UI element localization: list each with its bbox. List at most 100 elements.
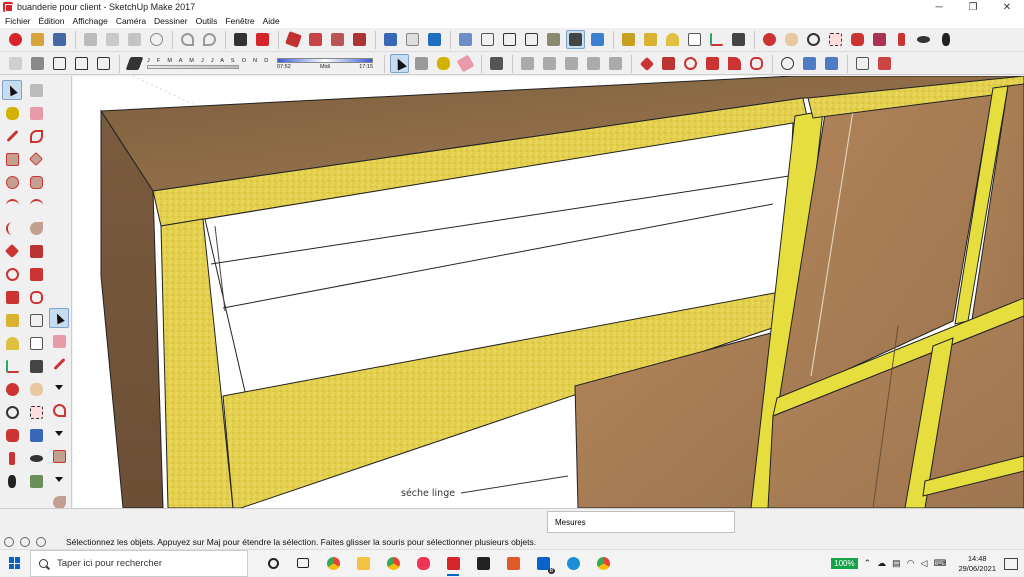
scale-tool[interactable] <box>2 287 22 307</box>
section-plane-tool[interactable] <box>26 471 46 491</box>
protractor-button[interactable] <box>663 30 682 49</box>
more-arc-tools[interactable] <box>49 423 69 443</box>
network-icon[interactable]: ▤ <box>892 558 901 569</box>
explorer-taskbar[interactable] <box>348 550 378 577</box>
menu-aide[interactable]: Aide <box>263 16 280 26</box>
menu-fichier[interactable]: Fichier <box>5 16 31 26</box>
help-icon[interactable] <box>36 537 46 547</box>
menu-affichage[interactable]: Affichage <box>73 16 108 26</box>
credits-icon[interactable] <box>20 537 30 547</box>
scale-button[interactable] <box>725 54 744 73</box>
offset-tool[interactable] <box>26 287 46 307</box>
select-tool-alt[interactable] <box>49 308 69 328</box>
position-camera-tool[interactable] <box>2 448 22 468</box>
two-point-arc-tool[interactable] <box>26 195 46 215</box>
split-button[interactable] <box>606 54 625 73</box>
warehouse-button[interactable] <box>284 30 303 49</box>
sandbox-button[interactable] <box>853 54 872 73</box>
store-taskbar[interactable] <box>468 550 498 577</box>
close-button[interactable]: ✕ <box>990 0 1024 14</box>
shadow-month-slider[interactable]: J F M A M J J A S O N D <box>147 58 271 69</box>
eraser-tool-alt[interactable] <box>49 331 69 351</box>
dimension-tool[interactable] <box>26 310 46 330</box>
cortana-button[interactable] <box>258 550 288 577</box>
orbit-button[interactable] <box>760 30 779 49</box>
time-track[interactable] <box>277 57 373 63</box>
volume-icon[interactable]: ◁ <box>921 558 928 569</box>
shaded-button[interactable] <box>544 30 563 49</box>
move-tool[interactable] <box>2 241 22 261</box>
xray-button[interactable] <box>456 30 475 49</box>
three-point-arc-tool[interactable] <box>2 218 22 238</box>
menu-camera[interactable]: Caméra <box>116 16 146 26</box>
monochrome-button[interactable] <box>588 30 607 49</box>
cloud-icon[interactable]: ☁ <box>877 558 886 569</box>
outer-shell-button[interactable] <box>487 54 506 73</box>
top-view-button[interactable] <box>403 30 422 49</box>
eraser-button[interactable] <box>456 54 475 73</box>
tape-measure-tool[interactable] <box>2 310 22 330</box>
new-model-button[interactable] <box>6 30 25 49</box>
look-around-button[interactable] <box>914 30 933 49</box>
text-button[interactable] <box>685 30 704 49</box>
follow-me-tool[interactable] <box>26 264 46 284</box>
3d-text-tool[interactable] <box>26 356 46 376</box>
rotate-button[interactable] <box>681 54 700 73</box>
styles-button[interactable] <box>28 54 47 73</box>
sketchup-taskbar[interactable] <box>438 550 468 577</box>
pan-tool[interactable] <box>26 379 46 399</box>
offset-button[interactable] <box>747 54 766 73</box>
chrome-taskbar[interactable] <box>318 550 348 577</box>
extension-warehouse-button[interactable] <box>350 30 369 49</box>
3d-text-button[interactable] <box>729 30 748 49</box>
paint-bucket-button[interactable] <box>434 54 453 73</box>
rotated-rectangle-tool[interactable] <box>26 149 46 169</box>
paint-taskbar[interactable] <box>408 550 438 577</box>
house-button[interactable] <box>72 54 91 73</box>
iso-view-button[interactable] <box>381 30 400 49</box>
dryer-annotation[interactable]: séche linge <box>401 488 455 499</box>
chrome-taskbar-2[interactable] <box>378 550 408 577</box>
paint-tool[interactable] <box>2 103 22 123</box>
make-component-button[interactable] <box>412 54 431 73</box>
notification-center-icon[interactable] <box>1004 557 1018 570</box>
polygon-tool[interactable] <box>26 172 46 192</box>
save-button[interactable] <box>50 30 69 49</box>
month-track[interactable] <box>147 65 239 69</box>
geo-location-icon[interactable] <box>4 537 14 547</box>
section-cuts-button[interactable] <box>822 54 841 73</box>
move-button[interactable] <box>637 54 656 73</box>
zoom-extents-tool[interactable] <box>2 425 22 445</box>
mail-taskbar[interactable]: 8 <box>528 550 558 577</box>
office-taskbar[interactable] <box>498 550 528 577</box>
open-button[interactable] <box>28 30 47 49</box>
wifi-icon[interactable]: ◠ <box>907 558 915 569</box>
layers-button[interactable] <box>6 54 25 73</box>
components-button[interactable] <box>94 54 113 73</box>
model-viewport[interactable]: séche linge <box>73 76 1024 508</box>
menu-edition[interactable]: Édition <box>39 16 65 26</box>
menu-outils[interactable]: Outils <box>196 16 218 26</box>
pan-button[interactable] <box>782 30 801 49</box>
hidden-line-button[interactable] <box>522 30 541 49</box>
more-shape-tools[interactable] <box>49 469 69 489</box>
chrome-taskbar-3[interactable] <box>588 550 618 577</box>
display-sections-button[interactable] <box>800 54 819 73</box>
share-model-button[interactable] <box>306 30 325 49</box>
cut-button[interactable] <box>81 30 100 49</box>
more-draw-tools[interactable] <box>49 377 69 397</box>
front-view-button[interactable] <box>425 30 444 49</box>
wireframe-button[interactable] <box>500 30 519 49</box>
chevron-up-icon[interactable]: ⌃ <box>864 558 872 569</box>
look-around-tool[interactable] <box>26 448 46 468</box>
shadows-toggle-button[interactable] <box>125 54 144 73</box>
line-tool[interactable] <box>2 126 22 146</box>
position-camera-button[interactable] <box>892 30 911 49</box>
select-tool[interactable] <box>2 80 22 100</box>
ime-icon[interactable]: ⌨ <box>933 558 946 569</box>
model-info-button[interactable] <box>253 30 272 49</box>
orbit-tool[interactable] <box>2 379 22 399</box>
clock[interactable]: 14:48 29/06/2021 <box>958 554 996 574</box>
menu-fenetre[interactable]: Fenêtre <box>225 16 254 26</box>
paste-button[interactable] <box>125 30 144 49</box>
